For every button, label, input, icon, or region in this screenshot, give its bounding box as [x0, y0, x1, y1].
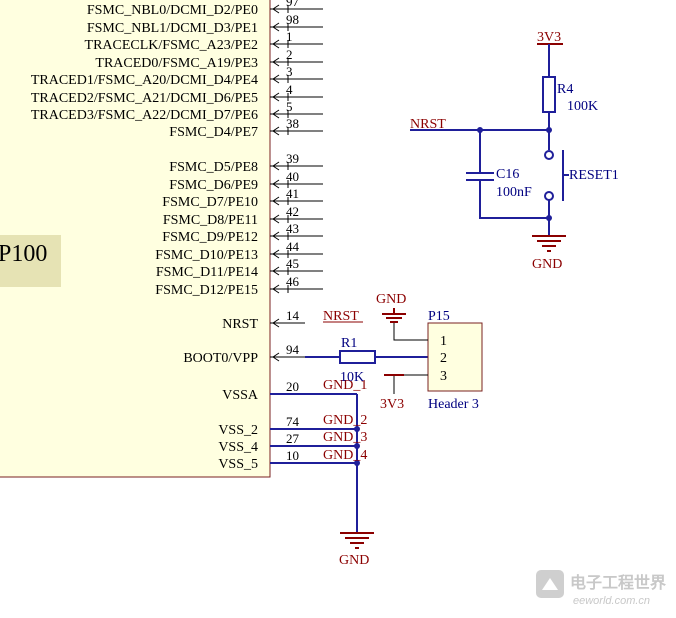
junction-reset-gnd	[546, 215, 552, 221]
mcu-pin-number: 41	[286, 186, 299, 201]
c16-value: 100nF	[496, 185, 532, 200]
net-gnd-4: GND_4	[323, 448, 367, 463]
r4-value: 100K	[567, 99, 598, 114]
mcu-pin-name: TRACED2/FSMC_A21/DCMI_D6/PE5	[31, 91, 258, 106]
header-p15-body	[427, 322, 483, 392]
schematic-canvas: P100 FSMC_NBL0/DCMI_D2/PE0 97 FSMC_NBL1/DC…	[0, 0, 676, 613]
mcu-pin-number: 39	[286, 151, 299, 166]
mcu-pin-number: 97	[286, 0, 300, 9]
mcu-pin-name: TRACED3/FSMC_A22/DCMI_D7/PE6	[31, 108, 258, 123]
gnd-label-reset: GND	[532, 257, 562, 272]
mcu-pin-number: 1	[286, 29, 293, 44]
gnd-label-bottom: GND	[339, 553, 369, 568]
v3v3-label-header: 3V3	[380, 397, 404, 412]
watermark-site: eeworld.com.cn	[573, 595, 650, 607]
v3v3-label-top: 3V3	[537, 30, 561, 45]
header-pin3-wire	[393, 374, 428, 394]
mcu-pin-number: 46	[286, 274, 300, 289]
gnd-symbol-reset	[532, 235, 566, 252]
mcu-pin-number: 10	[286, 448, 299, 463]
mcu-pin-number: 4	[286, 82, 293, 97]
reset-ref: RESET1	[569, 168, 619, 183]
r4-ref: R4	[557, 82, 573, 97]
junction-nrst-r4	[546, 127, 552, 133]
r1-ref: R1	[341, 336, 357, 351]
mcu-pin-name: FSMC_D7/PE10	[162, 195, 258, 210]
mcu-pin-name: FSMC_D5/PE8	[169, 160, 258, 175]
schematic-svg: P100 FSMC_NBL0/DCMI_D2/PE0 97 FSMC_NBL1/DC…	[0, 0, 666, 607]
r1-resistor	[339, 350, 376, 364]
mcu-pin-name: FSMC_D12/PE15	[155, 283, 258, 298]
net-gnd-2: GND_2	[323, 413, 367, 428]
mcu-pin-name: VSS_4	[218, 440, 258, 455]
mcu-pin-name: BOOT0/VPP	[183, 351, 258, 366]
chip-name-fragment: P100	[0, 241, 47, 267]
reset-contact-top	[544, 150, 554, 160]
mcu-pin-name: FSMC_NBL1/DCMI_D3/PE1	[87, 21, 258, 36]
mcu-pin-name: VSS_5	[218, 457, 258, 472]
mcu-pin-number: 43	[286, 221, 299, 236]
mcu-pin-name: FSMC_D4/PE7	[169, 125, 258, 140]
mcu-pin-name: TRACECLK/FSMC_A23/PE2	[85, 38, 258, 53]
mcu-pin-name: FSMC_D9/PE12	[162, 230, 258, 245]
mcu-pin-name: TRACED0/FSMC_A19/PE3	[95, 56, 258, 71]
header-pin-1: 1	[440, 334, 447, 349]
mcu-pin-name: VSSA	[222, 388, 259, 403]
watermark-logo: 电子工程世界 eeworld.com.cn	[536, 570, 666, 607]
gnd-symbol-header	[382, 308, 406, 323]
reset-contact-bottom	[544, 191, 554, 201]
mcu-pin-number: 3	[286, 64, 293, 79]
mcu-pin-number: 94	[286, 342, 300, 357]
mcu-pin-number: 74	[286, 414, 300, 429]
header-ref: P15	[428, 309, 450, 324]
mcu-pin-name: NRST	[222, 317, 258, 332]
mcu-pin-name: FSMC_D10/PE13	[155, 248, 258, 263]
watermark-title: 电子工程世界	[570, 573, 666, 592]
mcu-pin-number: 42	[286, 204, 299, 219]
gnd-label-header: GND	[376, 292, 406, 307]
mcu-pin-name: FSMC_D6/PE9	[169, 178, 258, 193]
mcu-pin-name: VSS_2	[218, 423, 258, 438]
mcu-pin-number: 98	[286, 12, 299, 27]
mcu-pin-number: 40	[286, 169, 299, 184]
mcu-pin-number: 5	[286, 99, 293, 114]
mcu-pin-number: 2	[286, 47, 293, 62]
c16-ref: C16	[496, 167, 519, 182]
mcu-pin-number: 20	[286, 379, 299, 394]
header-value: Header 3	[428, 397, 479, 412]
mcu-pin-name: FSMC_D11/PE14	[156, 265, 258, 280]
header-pin-3: 3	[440, 369, 447, 384]
mcu-pin-number: 44	[286, 239, 300, 254]
header-pin-2: 2	[440, 351, 447, 366]
mcu-pin-name: FSMC_NBL0/DCMI_D2/PE0	[87, 3, 258, 18]
r4-resistor	[542, 76, 556, 113]
gnd-symbol-bottom	[340, 532, 374, 549]
mcu-pin-name: TRACED1/FSMC_A20/DCMI_D4/PE4	[31, 73, 258, 88]
net-gnd-3: GND_3	[323, 430, 367, 445]
mcu-pin-name: FSMC_D8/PE11	[163, 213, 258, 228]
header-pin1-wire	[393, 322, 428, 341]
mcu-pin-number: 27	[286, 431, 300, 446]
mcu-pin-number: 45	[286, 256, 299, 271]
mcu-pin-number: 14	[286, 308, 300, 323]
r1-value: 10K	[340, 370, 364, 385]
mcu-pin-number: 38	[286, 116, 299, 131]
